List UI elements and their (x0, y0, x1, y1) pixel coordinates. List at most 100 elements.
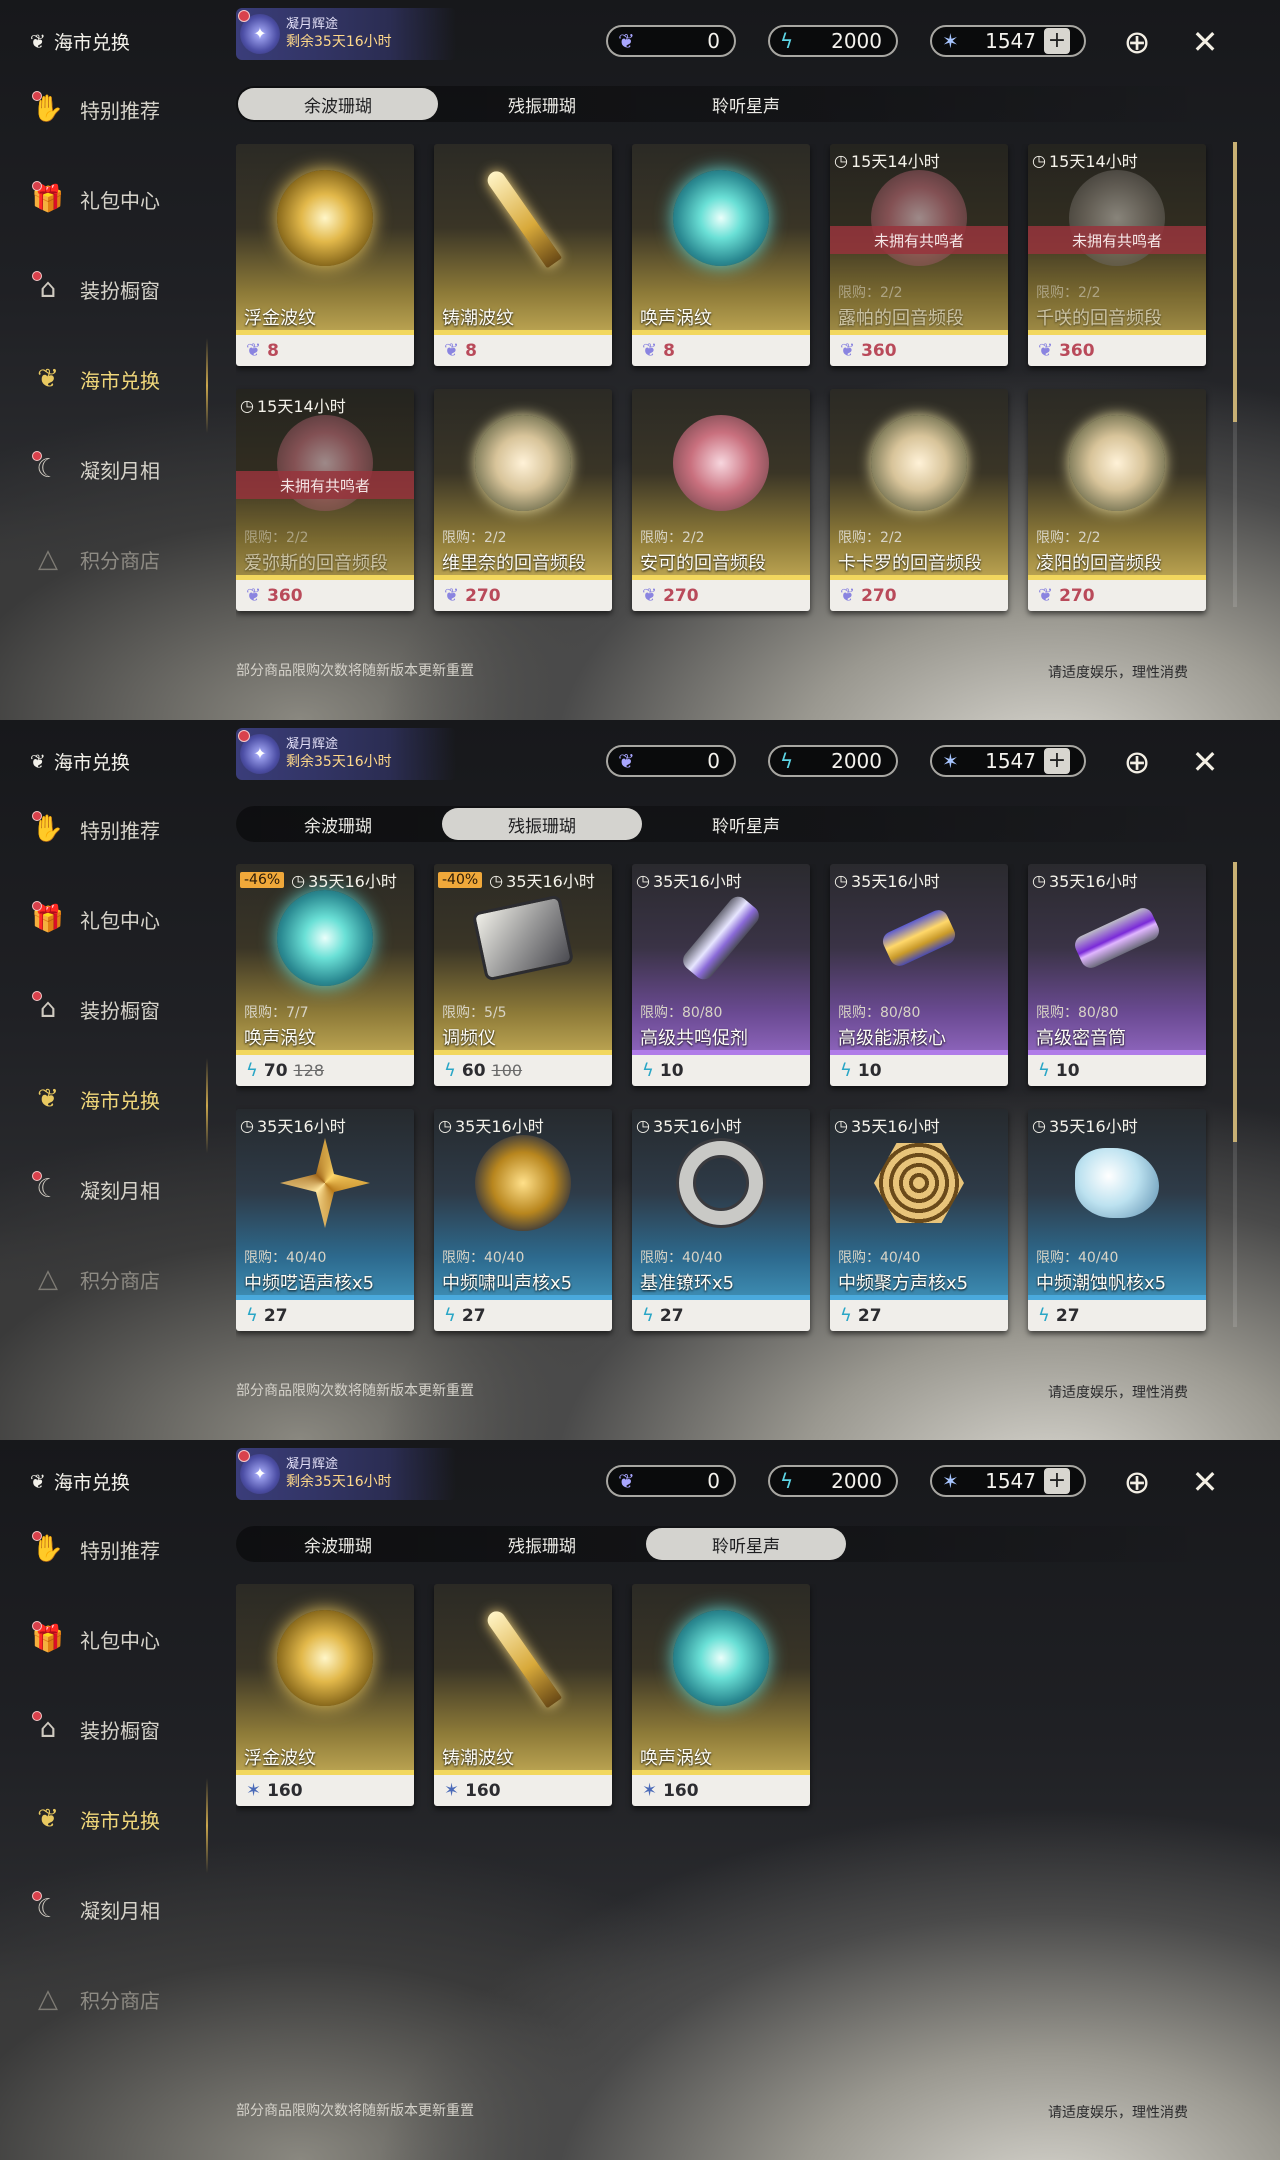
sidebar-item-2[interactable]: 🎁 礼包中心 (28, 894, 160, 944)
scrollbar[interactable] (1233, 142, 1237, 607)
item-card[interactable]: ◷ 15天14小时 未拥有共鸣者 限购：2/2 爱弥斯的回音频段 ❦ 360 (236, 389, 414, 611)
event-banner[interactable]: ✦ 凝月辉途 剩余35天16小时 (236, 728, 456, 780)
tab-3[interactable]: 聆听星声 (646, 88, 846, 120)
item-card[interactable]: ◷ 35天16小时 限购：40/40 中频聚方声核x5 ϟ 27 (830, 1109, 1008, 1331)
tab-1[interactable]: 余波珊瑚 (238, 808, 438, 840)
sidebar-item-6[interactable]: △ 积分商店 (28, 534, 160, 584)
item-card[interactable]: ◷ 35天16小时 限购：80/80 高级能源核心 ϟ 10 (830, 864, 1008, 1086)
event-banner[interactable]: ✦ 凝月辉途 剩余35天16小时 (236, 8, 456, 60)
sidebar-item-6[interactable]: △ 积分商店 (28, 1974, 160, 2024)
tab-3[interactable]: 聆听星声 (646, 808, 846, 840)
sidebar-item-3[interactable]: ⌂ 装扮橱窗 (28, 264, 160, 314)
sidebar-item-5[interactable]: ☾ 凝刻月相 (28, 444, 160, 494)
timer-text: 35天16小时 (652, 872, 742, 891)
scrollbar-thumb[interactable] (1233, 142, 1237, 422)
sidebar-item-2[interactable]: 🎁 礼包中心 (28, 1614, 160, 1664)
sidebar-header-label: 海市兑换 (53, 32, 130, 54)
item-card[interactable]: ◷ 15天14小时 未拥有共鸣者 限购：2/2 千咲的回音频段 ❦ 360 (1028, 144, 1206, 366)
item-card[interactable]: 限购：2/2 安可的回音频段 ❦ 270 (632, 389, 810, 611)
sidebar-item-2[interactable]: 🎁 礼包中心 (28, 174, 160, 224)
tab-3[interactable]: 聆听星声 (646, 1528, 846, 1560)
item-card[interactable]: -46% ◷ 35天16小时 限购：7/7 唤声涡纹 ϟ 70 128 (236, 864, 414, 1086)
item-card[interactable]: 限购：2/2 维里奈的回音频段 ❦ 270 (434, 389, 612, 611)
active-indicator (206, 338, 208, 433)
clock-icon: ◷ (1032, 150, 1046, 170)
item-card[interactable]: 铸潮波纹 ✶ 160 (434, 1584, 612, 1806)
sidebar-item-4[interactable]: ❦ 海市兑换 (28, 1794, 160, 1844)
gear-target-icon[interactable]: ⊕ (1117, 1462, 1157, 1502)
item-art (473, 1133, 573, 1233)
sidebar-item-1[interactable]: ✋ 特别推荐 (28, 804, 160, 854)
item-card[interactable]: ◷ 35天16小时 限购：40/40 基准镣环x5 ϟ 27 (632, 1109, 810, 1331)
item-card[interactable]: ◷ 35天16小时 限购：40/40 中频呓语声核x5 ϟ 27 (236, 1109, 414, 1331)
item-image (874, 1143, 964, 1223)
item-card[interactable]: ◷ 35天16小时 限购：80/80 高级共鸣促剂 ϟ 10 (632, 864, 810, 1086)
event-text: 凝月辉途 剩余35天16小时 (286, 737, 392, 771)
sidebar-item-4[interactable]: ❦ 海市兑换 (28, 1074, 160, 1124)
sidebar-item-3[interactable]: ⌂ 装扮橱窗 (28, 1704, 160, 1754)
purchase-limit: 限购：2/2 (442, 530, 507, 546)
item-image (475, 415, 571, 511)
sidebar-item-6[interactable]: △ 积分商店 (28, 1254, 160, 1304)
add-currency-button[interactable]: + (1044, 28, 1070, 54)
reset-notice: 部分商品限购次数将随新版本更新重置 (236, 1383, 474, 1399)
oscillated-coral-icon: ϟ (1038, 1060, 1050, 1081)
gift-box-icon: 🎁 (28, 179, 68, 219)
sidebar-item-1[interactable]: ✋ 特别推荐 (28, 1524, 160, 1574)
item-card[interactable]: -40% ◷ 35天16小时 限购：5/5 调频仪 ϟ 60 100 (434, 864, 612, 1086)
add-currency-button[interactable]: + (1044, 748, 1070, 774)
item-card[interactable]: ◷ 35天16小时 限购：40/40 中频啸叫声核x5 ϟ 27 (434, 1109, 612, 1331)
item-name: 浮金波纹 (244, 308, 316, 329)
item-image (280, 1138, 370, 1228)
tab-2[interactable]: 残振珊瑚 (442, 1528, 642, 1560)
shop-panel: ❦ 海市兑换 ✋ 特别推荐 🎁 礼包中心 ⌂ 装扮橱窗 ❦ 海市兑换 ☾ 凝刻月相 △ 积分商店 ✦ 凝月辉途… (0, 720, 1280, 1440)
item-name: 中频潮蚀帆核x5 (1036, 1273, 1167, 1294)
gear-target-icon[interactable]: ⊕ (1117, 22, 1157, 62)
scrollbar[interactable] (1233, 862, 1237, 1327)
sidebar-item-5[interactable]: ☾ 凝刻月相 (28, 1164, 160, 1214)
purchase-limit: 限购：80/80 (1036, 1005, 1119, 1021)
event-title: 凝月辉途 (286, 737, 339, 752)
currency-c3: ✶ 1547 + (930, 25, 1086, 57)
item-card[interactable]: 浮金波纹 ❦ 8 (236, 144, 414, 366)
tab-2[interactable]: 残振珊瑚 (442, 808, 642, 840)
sidebar-item-4[interactable]: ❦ 海市兑换 (28, 354, 160, 404)
item-card[interactable]: ◷ 15天14小时 未拥有共鸣者 限购：2/2 露帕的回音频段 ❦ 360 (830, 144, 1008, 366)
gear-target-icon[interactable]: ⊕ (1117, 742, 1157, 782)
tab-1[interactable]: 余波珊瑚 (238, 1528, 438, 1560)
item-card[interactable]: ◷ 35天16小时 限购：40/40 中频潮蚀帆核x5 ϟ 27 (1028, 1109, 1206, 1331)
item-image (1071, 904, 1163, 972)
item-card[interactable]: 限购：2/2 卡卡罗的回音频段 ❦ 270 (830, 389, 1008, 611)
item-card[interactable]: 铸潮波纹 ❦ 8 (434, 144, 612, 366)
tab-1[interactable]: 余波珊瑚 (238, 88, 438, 120)
item-art (1067, 413, 1167, 513)
price-value: 270 (663, 585, 699, 606)
price-value: 160 (465, 1780, 501, 1801)
sidebar-item-label: 特别推荐 (80, 818, 160, 843)
item-card[interactable]: 唤声涡纹 ❦ 8 (632, 144, 810, 366)
notification-dot (32, 811, 42, 821)
tab-2[interactable]: 残振珊瑚 (442, 88, 642, 120)
sidebar-item-1[interactable]: ✋ 特别推荐 (28, 84, 160, 134)
price-value: 27 (263, 1305, 288, 1326)
scrollbar-thumb[interactable] (1233, 862, 1237, 1142)
item-name: 铸潮波纹 (442, 308, 514, 329)
close-icon[interactable]: ✕ (1185, 742, 1225, 782)
item-image (471, 894, 575, 982)
item-name: 唤声涡纹 (640, 308, 712, 329)
sidebar-item-3[interactable]: ⌂ 装扮橱窗 (28, 984, 160, 1034)
clock-icon: ◷ (834, 1115, 848, 1135)
item-card[interactable]: 唤声涡纹 ✶ 160 (632, 1584, 810, 1806)
item-card[interactable]: 限购：2/2 凌阳的回音频段 ❦ 270 (1028, 389, 1206, 611)
item-art (671, 168, 771, 268)
sidebar-item-5[interactable]: ☾ 凝刻月相 (28, 1884, 160, 1934)
close-icon[interactable]: ✕ (1185, 22, 1225, 62)
item-card[interactable]: ◷ 35天16小时 限购：80/80 高级密音筒 ϟ 10 (1028, 864, 1206, 1086)
timer-text: 35天16小时 (652, 1117, 742, 1136)
event-banner[interactable]: ✦ 凝月辉途 剩余35天16小时 (236, 1448, 456, 1500)
timer-text: 15天14小时 (850, 152, 940, 171)
item-card[interactable]: 浮金波纹 ✶ 160 (236, 1584, 414, 1806)
close-icon[interactable]: ✕ (1185, 1462, 1225, 1502)
limited-timer: ◷ 35天16小时 (636, 868, 742, 892)
add-currency-button[interactable]: + (1044, 1468, 1070, 1494)
